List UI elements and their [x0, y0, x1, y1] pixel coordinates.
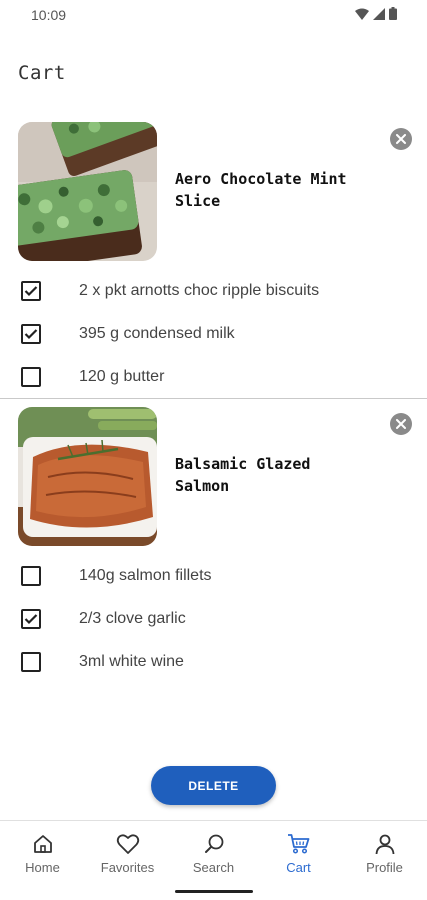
ingredient-text: 2 x pkt arnotts choc ripple biscuits	[79, 282, 320, 299]
ingredient-row[interactable]: 120 g butter	[0, 362, 427, 392]
heart-icon	[115, 831, 141, 857]
nav-label: Search	[192, 860, 235, 875]
ingredient-text: 2/3 clove garlic	[79, 610, 186, 627]
ingredient-text: 3ml white wine	[79, 653, 184, 670]
recipe-title-line: Slice	[175, 192, 221, 210]
ingredient-checkbox-checked[interactable]	[21, 281, 41, 301]
check-icon	[24, 329, 38, 340]
ingredient-checkbox-unchecked[interactable]	[21, 652, 41, 672]
nav-item-profile[interactable]: Profile	[342, 831, 427, 881]
ingredient-text: 120 g butter	[79, 368, 165, 385]
nav-item-search[interactable]: Search	[171, 831, 256, 881]
home-indicator	[175, 890, 253, 893]
recipe-title-line: Balsamic Glazed	[175, 455, 311, 473]
battery-icon	[389, 7, 397, 20]
check-icon	[24, 286, 38, 297]
recipe-divider	[0, 398, 427, 399]
recipe-image-chocolate-mint-slice[interactable]	[18, 122, 157, 261]
status-bar: 10:09	[0, 0, 427, 30]
close-icon	[396, 134, 406, 144]
nav-label: Home	[25, 860, 60, 875]
home-icon	[30, 831, 56, 857]
status-time: 10:09	[31, 7, 67, 23]
nav-item-favorites[interactable]: Favorites	[85, 831, 170, 881]
wifi-icon	[355, 8, 369, 20]
recipe-image-balsamic-salmon[interactable]	[18, 407, 157, 546]
ingredient-row[interactable]: 2 x pkt arnotts choc ripple biscuits	[0, 276, 427, 306]
nav-label: Profile	[366, 860, 403, 875]
ingredient-text: 140g salmon fillets	[79, 567, 212, 584]
delete-button[interactable]: DELETE	[151, 766, 276, 805]
ingredient-checkbox-unchecked[interactable]	[21, 367, 41, 387]
check-icon	[24, 614, 38, 625]
ingredient-checkbox-unchecked[interactable]	[21, 566, 41, 586]
ingredient-checkbox-checked[interactable]	[21, 324, 41, 344]
recipe-title[interactable]: Balsamic Glazed Salmon	[175, 453, 405, 497]
page-title: Cart	[18, 62, 66, 84]
cart-icon	[286, 831, 312, 857]
person-icon	[372, 831, 398, 857]
nav-label: Favorites	[100, 860, 155, 875]
recipe-title[interactable]: Aero Chocolate Mint Slice	[175, 168, 405, 212]
bottom-navigation: Home Favorites Search Cart Profile	[0, 820, 427, 900]
ingredient-row[interactable]: 2/3 clove garlic	[0, 604, 427, 634]
ingredient-text: 395 g condensed milk	[79, 325, 235, 342]
remove-recipe-button[interactable]	[390, 128, 412, 150]
nav-item-home[interactable]: Home	[0, 831, 85, 881]
status-icons	[355, 7, 397, 20]
nav-label: Cart	[286, 860, 311, 875]
close-icon	[396, 419, 406, 429]
recipe-title-line: Salmon	[175, 477, 230, 495]
signal-icon	[373, 7, 385, 20]
ingredient-row[interactable]: 140g salmon fillets	[0, 561, 427, 591]
recipe-title-line: Aero Chocolate Mint	[175, 170, 347, 188]
nav-item-cart[interactable]: Cart	[256, 831, 341, 881]
remove-recipe-button[interactable]	[390, 413, 412, 435]
ingredient-row[interactable]: 395 g condensed milk	[0, 319, 427, 349]
ingredient-row[interactable]: 3ml white wine	[0, 647, 427, 677]
search-icon	[201, 831, 227, 857]
ingredient-checkbox-checked[interactable]	[21, 609, 41, 629]
